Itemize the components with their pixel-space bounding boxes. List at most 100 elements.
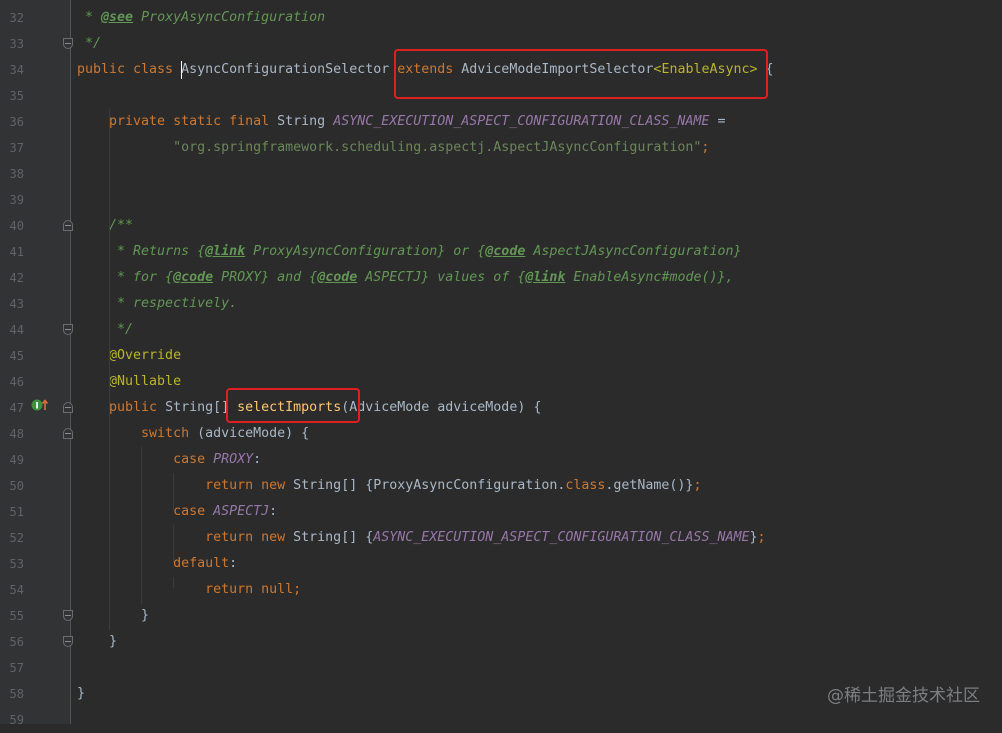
fold-marker-icon[interactable] xyxy=(63,402,73,413)
code-line[interactable]: 55 } xyxy=(0,603,1002,629)
fold-marker-icon[interactable] xyxy=(63,636,73,647)
code-line[interactable]: 54 return null; xyxy=(0,577,1002,603)
code-token: class xyxy=(565,478,606,493)
code-line[interactable]: 42 * for {@code PROXY} and {@code ASPECT… xyxy=(0,265,1002,291)
code-line[interactable]: 47 public String[] selectImports(AdviceM… xyxy=(0,395,1002,421)
line-number: 38 xyxy=(9,167,24,181)
svg-text:I: I xyxy=(35,402,38,412)
code-text: case PROXY: xyxy=(77,447,261,473)
code-line[interactable]: 36 private static final String ASYNC_EXE… xyxy=(0,109,1002,135)
line-number: 37 xyxy=(9,141,24,155)
line-number: 46 xyxy=(9,375,24,389)
code-line[interactable]: 48 switch (adviceMode) { xyxy=(0,421,1002,447)
code-line[interactable]: 43 * respectively. xyxy=(0,291,1002,317)
fold-marker-icon[interactable] xyxy=(63,38,73,49)
code-text: return new String[] {ASYNC_EXECUTION_ASP… xyxy=(77,525,766,551)
code-line[interactable]: 46 @Nullable xyxy=(0,369,1002,395)
line-number: 35 xyxy=(9,89,24,103)
indent-guide xyxy=(173,577,174,588)
code-text: * for {@code PROXY} and {@code ASPECTJ} … xyxy=(77,265,734,291)
line-number: 41 xyxy=(9,245,24,259)
line-number: 52 xyxy=(9,531,24,545)
code-token: * for { xyxy=(77,270,174,285)
code-token: default xyxy=(77,556,230,571)
indent-guide xyxy=(173,473,174,510)
code-text: * @see ProxyAsyncConfiguration xyxy=(77,5,325,31)
code-line[interactable]: 40 /** xyxy=(0,213,1002,239)
line-number: 55 xyxy=(9,609,24,623)
code-token: "org.springframework.scheduling.aspectj.… xyxy=(77,140,702,155)
line-number: 45 xyxy=(9,349,24,363)
code-token: (AdviceMode adviceMode) { xyxy=(341,400,542,415)
code-line[interactable]: 50 return new String[] {ProxyAsyncConfig… xyxy=(0,473,1002,499)
line-number: 33 xyxy=(9,37,24,51)
line-number: 48 xyxy=(9,427,24,441)
code-line[interactable]: 38 xyxy=(0,161,1002,187)
fold-marker-icon[interactable] xyxy=(63,324,73,335)
code-token: private static final xyxy=(77,114,278,129)
code-token: EnableAsync#mode()}, xyxy=(565,270,734,285)
code-line[interactable]: 45 @Override xyxy=(0,343,1002,369)
code-token: */ xyxy=(77,36,102,51)
code-token: AspectJAsyncConfiguration} xyxy=(525,244,742,259)
code-text: return new String[] {ProxyAsyncConfigura… xyxy=(77,473,701,499)
line-number: 59 xyxy=(9,713,24,727)
override-implementation-icon[interactable]: I xyxy=(31,398,49,412)
fold-marker-icon[interactable] xyxy=(63,428,73,439)
code-text: } xyxy=(77,629,117,655)
line-number: 42 xyxy=(9,271,24,285)
code-token: } xyxy=(77,634,118,649)
code-line[interactable]: 56 } xyxy=(0,629,1002,655)
code-line[interactable]: 32 * @see ProxyAsyncConfiguration xyxy=(0,5,1002,31)
code-token: AsyncConfigurationSelector xyxy=(181,62,398,77)
line-number: 54 xyxy=(9,583,24,597)
code-token: * xyxy=(77,10,102,25)
code-text: @Override xyxy=(77,343,181,369)
code-token: } xyxy=(77,608,150,623)
line-number: 51 xyxy=(9,505,24,519)
code-token: return null; xyxy=(77,582,302,597)
code-text: */ xyxy=(77,31,101,57)
code-line[interactable]: 49 case PROXY: xyxy=(0,447,1002,473)
code-token: String[] {ProxyAsyncConfiguration. xyxy=(293,478,566,493)
code-token: public class xyxy=(77,62,182,77)
code-line[interactable]: 57 xyxy=(0,655,1002,681)
code-line[interactable]: 52 return new String[] {ASYNC_EXECUTION_… xyxy=(0,525,1002,551)
code-token: /** xyxy=(77,218,134,233)
code-token: PROXY xyxy=(213,452,254,467)
code-token: } xyxy=(749,530,758,545)
code-token: ; xyxy=(757,530,766,545)
line-number: 56 xyxy=(9,635,24,649)
code-text: private static final String ASYNC_EXECUT… xyxy=(77,109,725,135)
code-text: } xyxy=(77,681,85,707)
code-line[interactable]: 39 xyxy=(0,187,1002,213)
code-text: "org.springframework.scheduling.aspectj.… xyxy=(77,135,709,161)
code-line[interactable]: 37 "org.springframework.scheduling.aspec… xyxy=(0,135,1002,161)
code-text: return null; xyxy=(77,577,301,603)
indent-guide xyxy=(141,447,142,604)
code-token: = xyxy=(709,114,726,129)
line-number: 43 xyxy=(9,297,24,311)
code-text: case ASPECTJ: xyxy=(77,499,277,525)
code-token: * Returns { xyxy=(77,244,206,259)
text-cursor xyxy=(181,61,182,79)
code-line[interactable]: 59 xyxy=(0,707,1002,733)
line-number: 53 xyxy=(9,557,24,571)
indent-guide xyxy=(173,525,174,562)
code-token: @code xyxy=(173,270,214,285)
code-token: ASPECTJ} values of { xyxy=(357,270,526,285)
code-token: PROXY} and { xyxy=(213,270,318,285)
code-token: @code xyxy=(485,244,526,259)
fold-marker-icon[interactable] xyxy=(63,610,73,621)
fold-marker-icon[interactable] xyxy=(63,220,73,231)
code-line[interactable]: 44 */ xyxy=(0,317,1002,343)
code-line[interactable]: 41 * Returns {@link ProxyAsyncConfigurat… xyxy=(0,239,1002,265)
line-number: 47 xyxy=(9,401,24,415)
code-token: @see xyxy=(101,10,134,25)
code-text: @Nullable xyxy=(77,369,181,395)
code-line[interactable]: 51 case ASPECTJ: xyxy=(0,499,1002,525)
code-token: ; xyxy=(701,140,710,155)
code-token: @Nullable xyxy=(77,374,182,389)
code-text: } xyxy=(77,603,149,629)
code-line[interactable]: 53 default: xyxy=(0,551,1002,577)
